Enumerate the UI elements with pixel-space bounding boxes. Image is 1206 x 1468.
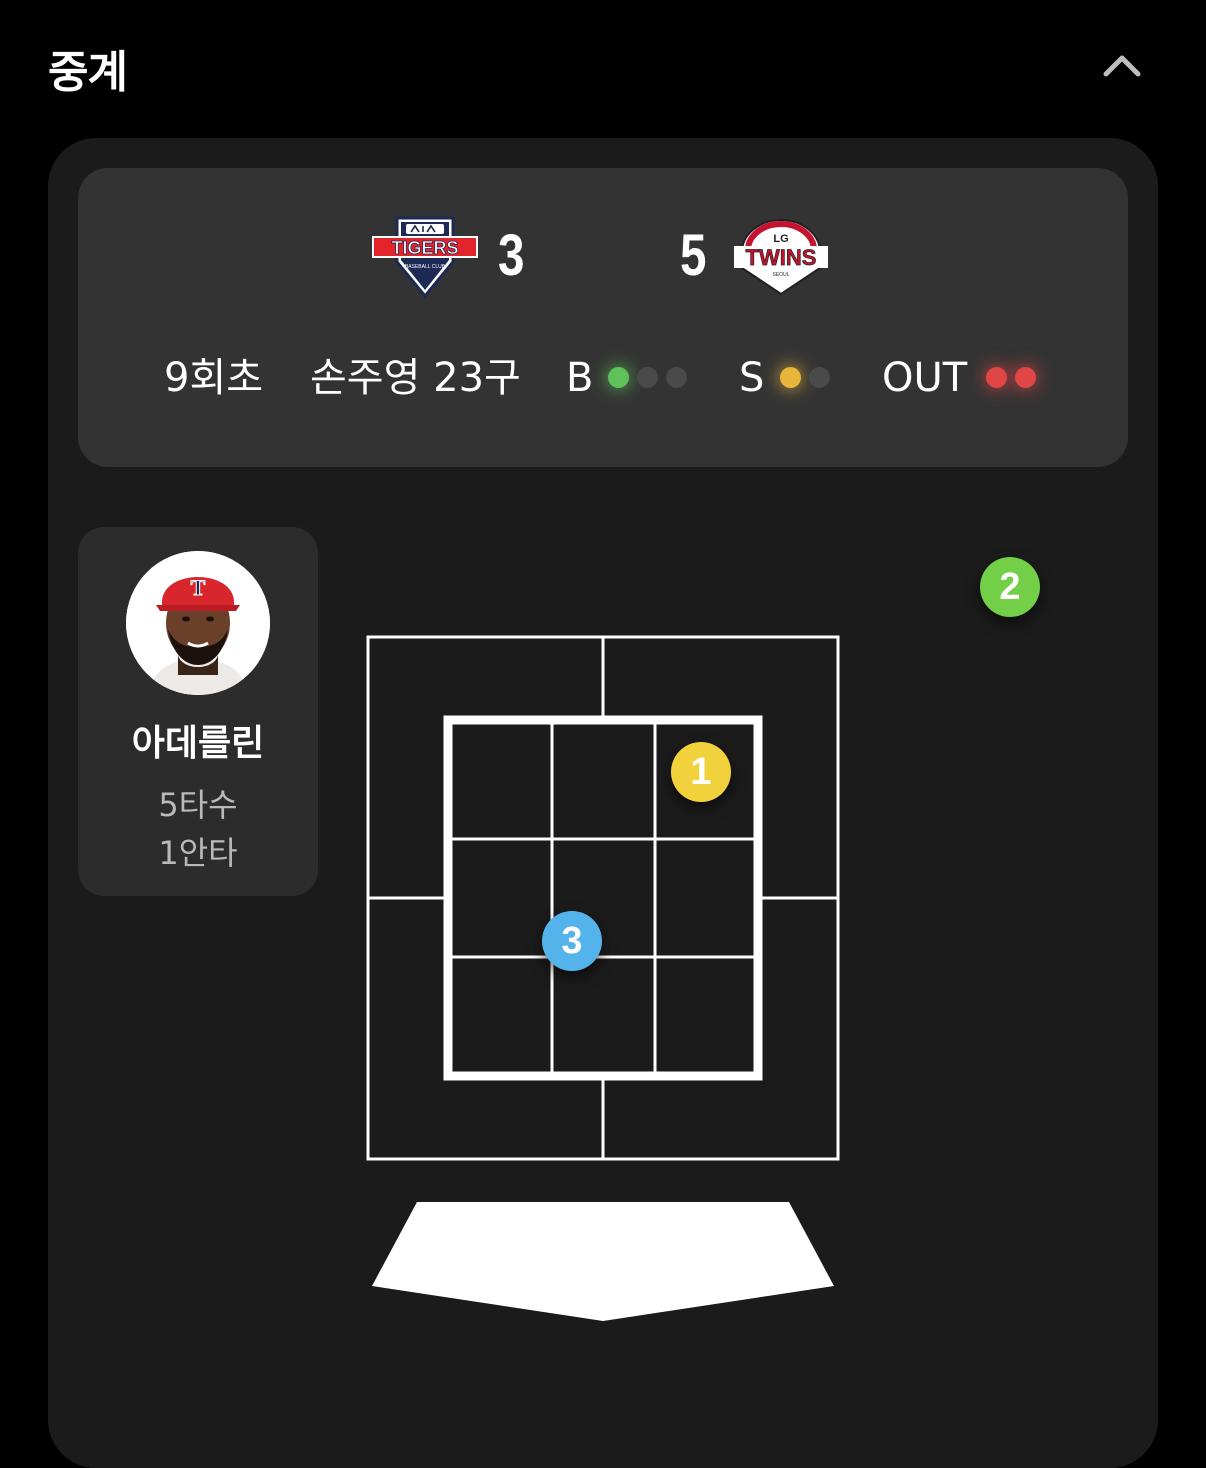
strikes-label: S — [739, 355, 765, 401]
batter-hits: 1안타 — [158, 834, 238, 872]
lg-twins-logo-icon: LG TWINS SEOUL — [734, 219, 828, 296]
home-score: 5 — [680, 223, 707, 288]
chevron-up-icon — [1103, 55, 1141, 77]
balls-label: B — [566, 355, 594, 401]
ball-dot — [637, 367, 658, 388]
strike-dot — [809, 367, 830, 388]
batter-name: 아데를린 — [131, 723, 265, 764]
scoreboard — [78, 168, 1128, 467]
ball-dot — [608, 367, 629, 388]
pitch-number: 3 — [561, 920, 583, 962]
out-dot — [1015, 367, 1036, 388]
pitcher-pitch-count: 손주영 23구 — [310, 355, 521, 401]
strike-dot — [780, 367, 801, 388]
pitch-marker-3[interactable]: 3 — [542, 911, 602, 971]
collapse-button[interactable] — [1096, 44, 1148, 88]
batter-avatar-icon: T — [126, 551, 270, 695]
home-plate — [372, 1202, 834, 1321]
svg-text:TIGERS: TIGERS — [391, 238, 458, 258]
svg-text:TWINS: TWINS — [746, 245, 817, 270]
svg-text:T: T — [191, 575, 206, 600]
outs-label: OUT — [882, 355, 968, 401]
ball-dot — [666, 367, 687, 388]
broadcast-header: 중계 — [0, 0, 1206, 130]
batter-at-bats: 5타수 — [158, 786, 238, 824]
svg-text:SEOUL: SEOUL — [773, 272, 790, 278]
out-dot — [986, 367, 1007, 388]
inning-label: 9회초 — [164, 355, 264, 401]
kia-tigers-logo-icon: TIGERS BASEBALL CLUB — [372, 216, 478, 299]
svg-text:LG: LG — [773, 233, 788, 245]
header-title: 중계 — [48, 47, 128, 98]
away-score: 3 — [498, 223, 525, 288]
pitch-marker-1[interactable]: 1 — [671, 742, 731, 802]
svg-text:BASEBALL CLUB: BASEBALL CLUB — [405, 264, 446, 270]
pitch-number: 1 — [690, 751, 712, 793]
pitch-number: 2 — [999, 566, 1021, 608]
pitch-marker-2[interactable]: 2 — [980, 557, 1040, 617]
